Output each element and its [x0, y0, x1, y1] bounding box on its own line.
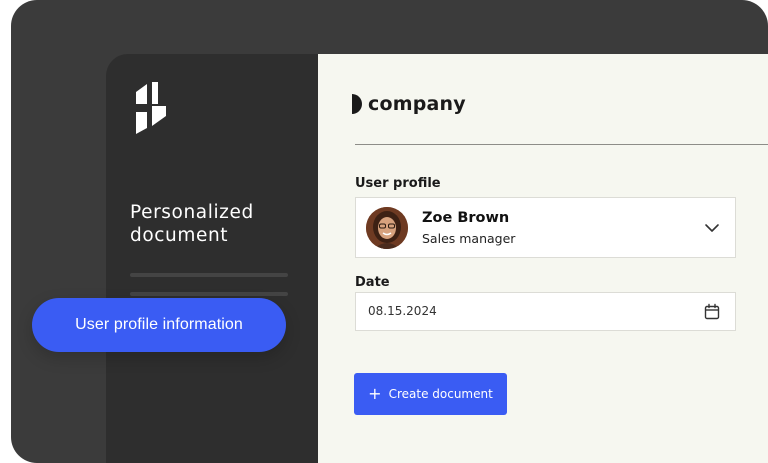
date-label: Date — [355, 275, 390, 290]
pill-label: User profile information — [75, 316, 243, 333]
plus-icon: + — [368, 384, 382, 403]
app-logo-icon — [136, 82, 166, 134]
brand-mark-icon — [352, 94, 362, 114]
date-value: 08.15.2024 — [368, 304, 437, 318]
avatar-image — [366, 207, 408, 249]
create-document-button[interactable]: + Create document — [354, 373, 507, 415]
user-profile-select[interactable] — [355, 197, 736, 258]
sidebar-placeholder-line — [130, 273, 288, 277]
sidebar-title-line1: Personalized — [130, 202, 254, 223]
sidebar-title: Personalized document — [130, 201, 310, 247]
user-profile-info-pill[interactable]: User profile information — [32, 298, 286, 352]
sidebar-title-line2: document — [130, 225, 229, 246]
sidebar-placeholder-line — [130, 292, 288, 296]
user-name: Zoe Brown — [422, 210, 510, 226]
user-profile-label: User profile — [355, 176, 441, 191]
calendar-icon[interactable] — [703, 303, 721, 321]
brand-name: company — [368, 93, 466, 115]
avatar — [366, 207, 408, 249]
create-document-label: Create document — [388, 387, 493, 401]
header-divider — [355, 144, 768, 145]
user-role: Sales manager — [422, 231, 516, 246]
brand: company — [352, 93, 466, 115]
chevron-down-icon[interactable] — [704, 220, 720, 236]
